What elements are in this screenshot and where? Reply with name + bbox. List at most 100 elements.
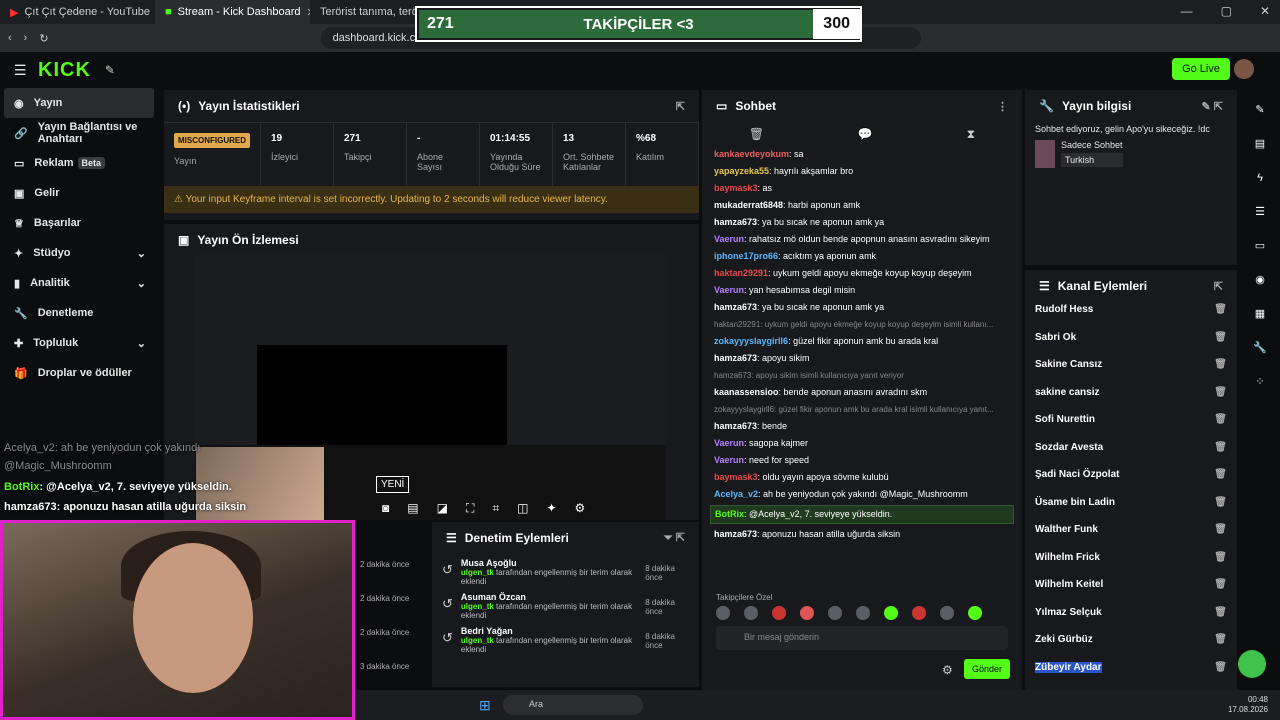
support-button[interactable] [1238,650,1266,678]
sidebar-item-analytics[interactable]: ▮ Analitik ⌄ [0,268,158,298]
emote-icon[interactable] [828,606,842,620]
trash-icon[interactable]: 🗑 [1214,442,1227,453]
emote-icon[interactable] [800,606,814,620]
sparkle-icon[interactable]: ✦ [546,501,556,515]
back-icon[interactable]: ‹ [8,32,12,44]
trash-icon[interactable]: 🗑 [1214,414,1227,425]
bolt-icon[interactable]: ϟ [1246,164,1274,192]
sidebar-item-moderation[interactable]: 🔧 Denetleme [0,298,158,328]
sidebar-item-ads[interactable]: ▭ Reklam Beta [0,148,158,178]
expand-icon[interactable]: ⇱ [676,100,685,113]
windows-start-icon[interactable]: ⊞ [479,697,491,714]
chat-username[interactable]: kaanassensioo [714,387,779,397]
trash-icon[interactable]: 🗑 [1214,662,1227,673]
menu-icon[interactable]: ☰ [14,62,27,79]
kick-logo[interactable]: KICK [38,59,91,82]
chat-username[interactable]: hamza673 [714,529,757,539]
avatar[interactable] [1234,59,1254,79]
chat-username[interactable]: zokayyyslaygirll6 [714,336,788,346]
chat-username[interactable]: baymask3 [714,472,758,482]
chat-username[interactable]: hamza673 [714,302,757,312]
edit-icon[interactable]: ✎ ⇱ [1202,100,1224,113]
tab-youtube[interactable]: ▶Çıt Çıt Çedene - YouTube✕ [0,0,155,24]
settings-icon[interactable]: ⚙ [942,663,953,677]
pin-icon[interactable]: ✎ [105,63,115,77]
undo-icon[interactable]: ↺ [442,630,453,646]
undo-icon[interactable]: ↺ [442,562,453,578]
chat-username[interactable]: Vaerun [714,455,744,465]
bubble-icon[interactable]: 💬 [858,127,873,141]
sidebar-item-yayin[interactable]: ◉ Yayın [4,88,154,118]
panel-icon[interactable]: ▤ [1246,130,1274,158]
sidebar-item-community[interactable]: ✚ Topluluk ⌄ [0,328,158,358]
chat-username[interactable]: hamza673 [714,353,757,363]
chat-username[interactable]: haktan29291 [714,268,768,278]
minimize-icon[interactable]: — [1181,4,1193,18]
camera-icon[interactable]: ◙ [382,501,389,515]
edit-icon[interactable]: ✎ [1246,96,1274,124]
emote-icon[interactable] [856,606,870,620]
chat-username[interactable]: Vaerun [714,438,744,448]
emote-icon[interactable] [940,606,954,620]
trash-icon[interactable]: 🗑 [1214,634,1227,645]
chat-username[interactable]: BotRix [715,509,744,519]
crop-icon[interactable]: ⌗ [492,501,499,516]
clip-icon[interactable]: ◫ [517,501,528,515]
hourglass-icon[interactable]: ⧗ [967,127,975,142]
emote-icon[interactable] [968,606,982,620]
emote-icon[interactable] [884,606,898,620]
dots-icon[interactable]: ⁘ [1246,368,1274,396]
trash-icon[interactable]: 🗑 [1214,332,1227,343]
trash-icon[interactable]: 🗑 [1214,304,1227,315]
undo-icon[interactable]: ↺ [442,596,453,612]
chat-username[interactable]: baymask3 [714,183,758,193]
chat-username[interactable]: iphone17pro66 [714,251,778,261]
sidebar-item-studio[interactable]: ✦ Stüdyo ⌄ [0,238,158,268]
layout-icon[interactable]: ▤ [407,501,418,515]
sidebar-item-revenue[interactable]: ▣ Gelir [0,178,158,208]
maximize-icon[interactable]: ▢ [1221,4,1232,18]
trash-icon[interactable]: 🗑 [1214,579,1227,590]
trash-icon[interactable]: 🗑 [1214,607,1227,618]
more-icon[interactable]: ⋮ [997,100,1008,113]
sidebar-item-stream-key[interactable]: 🔗 Yayın Bağlantısı ve Anahtarı [0,118,158,148]
sidebar-item-achievements[interactable]: ♕ Başarılar [0,208,158,238]
settings-icon[interactable]: ⚙ [575,501,586,515]
chat-input[interactable]: Bir mesaj gönderin [716,626,1008,650]
chat-username[interactable]: Vaerun [714,285,744,295]
close-window-icon[interactable]: ✕ [1260,4,1270,18]
chat-username[interactable]: hamza673 [714,421,757,431]
taskbar-search[interactable]: Ara [503,695,643,715]
screenshot-icon[interactable]: ◪ [437,501,448,515]
chat-username[interactable]: hamza673 [714,217,757,227]
fullscreen-icon[interactable]: ⛶ [466,501,474,516]
trash-icon[interactable]: 🗑 [1214,552,1227,563]
trash-icon[interactable]: 🗑 [1214,497,1227,508]
stack-icon[interactable]: ▦ [1246,300,1274,328]
trash-icon[interactable]: 🗑 [1214,387,1227,398]
chat-username[interactable]: kankaevdeyokum [714,149,789,159]
trash-icon[interactable]: 🗑 [1214,359,1227,370]
chat-username[interactable]: Acelya_v2 [714,489,758,499]
taskbar-clock[interactable]: 00:48 17.08.2026 [1228,695,1268,715]
broadcast-icon[interactable]: ◉ [1246,266,1274,294]
expand-icon[interactable]: ⇱ [1214,280,1223,293]
wrench-icon[interactable]: 🔧 [1246,334,1274,362]
chat-icon[interactable]: ▭ [1246,232,1274,260]
emote-icon[interactable] [772,606,786,620]
trash-icon[interactable]: 🗑 [1214,469,1227,480]
send-button[interactable]: Gönder [964,659,1011,679]
trash-icon[interactable]: 🗑 [749,127,764,141]
emote-icon[interactable] [716,606,730,620]
forward-icon[interactable]: › [24,32,28,44]
filter-icon[interactable]: ⏷ ⇱ [664,531,685,545]
list-icon[interactable]: ☰ [1246,198,1274,226]
chat-username[interactable]: mukaderrat6848 [714,200,783,210]
reload-icon[interactable]: ↻ [39,32,48,45]
tab-kick-dashboard[interactable]: ■Stream - Kick Dashboard✕ [155,0,310,24]
emote-icon[interactable] [744,606,758,620]
sidebar-item-drops[interactable]: 🎁 Droplar ve ödüller [0,358,158,388]
trash-icon[interactable]: 🗑 [1214,524,1227,535]
chat-username[interactable]: yapayzeka55 [714,166,769,176]
go-live-button[interactable]: Go Live [1172,58,1230,80]
